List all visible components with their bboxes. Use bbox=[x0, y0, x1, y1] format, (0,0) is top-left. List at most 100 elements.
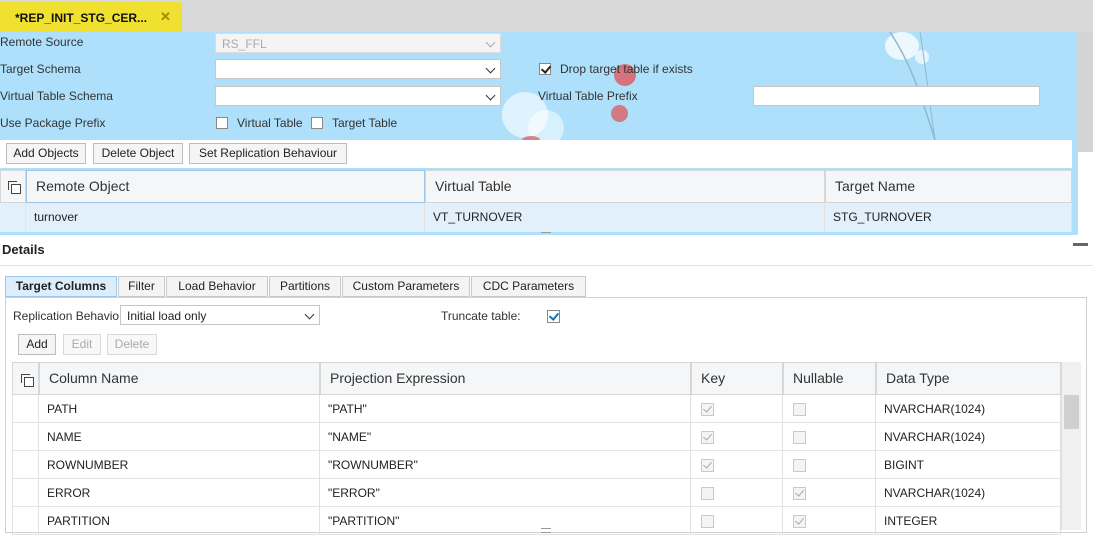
chevron-down-icon bbox=[304, 309, 315, 320]
cell-column-name: PATH bbox=[39, 395, 320, 423]
nullable-checkbox bbox=[793, 487, 806, 500]
cell-column-name: ERROR bbox=[39, 479, 320, 507]
cell-data-type: NVARCHAR(1024) bbox=[876, 479, 1061, 507]
header-column-name[interactable]: Column Name bbox=[39, 362, 320, 395]
chevron-down-icon bbox=[485, 63, 496, 74]
header-label: Projection Expression bbox=[330, 370, 466, 386]
cell-key bbox=[691, 451, 783, 479]
cell-data-type: BIGINT bbox=[876, 451, 1061, 479]
cell-nullable bbox=[783, 423, 876, 451]
page-scrollbar-thumb[interactable] bbox=[1078, 32, 1093, 152]
cell-key bbox=[691, 479, 783, 507]
key-checkbox bbox=[701, 487, 714, 500]
columns-scrollbar[interactable] bbox=[1061, 362, 1081, 530]
select-all-header[interactable] bbox=[0, 170, 26, 203]
drop-target-checkbox[interactable] bbox=[539, 63, 551, 75]
truncate-table-checkbox[interactable] bbox=[547, 310, 560, 323]
table-row[interactable]: ERROR "ERROR" NVARCHAR(1024) bbox=[0, 479, 1061, 507]
table-row[interactable]: ROWNUMBER "ROWNUMBER" BIGINT bbox=[0, 451, 1061, 479]
remote-source-select[interactable]: RS_FFL bbox=[215, 33, 501, 53]
target-table-prefix-checkbox[interactable] bbox=[311, 117, 323, 129]
cell-key bbox=[691, 423, 783, 451]
row-selector[interactable] bbox=[12, 395, 39, 423]
cell-data-type: NVARCHAR(1024) bbox=[876, 395, 1061, 423]
add-column-button[interactable]: Add bbox=[18, 334, 56, 355]
columns-scrollbar-thumb[interactable] bbox=[1064, 395, 1079, 429]
header-projection-expression[interactable]: Projection Expression bbox=[320, 362, 691, 395]
key-checkbox bbox=[701, 515, 714, 528]
minimize-icon[interactable] bbox=[1073, 243, 1088, 246]
header-label: Key bbox=[701, 370, 726, 386]
replication-behavior-value: Initial load only bbox=[127, 309, 207, 323]
key-checkbox bbox=[701, 403, 714, 416]
cell-column-name: NAME bbox=[39, 423, 320, 451]
cell-key bbox=[691, 507, 783, 535]
target-schema-select[interactable] bbox=[215, 59, 501, 79]
copy-icon[interactable] bbox=[8, 181, 21, 194]
tab-target-columns[interactable]: Target Columns bbox=[5, 276, 117, 297]
target-schema-label: Target Schema bbox=[0, 62, 81, 76]
edit-column-button[interactable]: Edit bbox=[63, 334, 101, 355]
tab-cdc-parameters[interactable]: CDC Parameters bbox=[471, 276, 586, 297]
cell-projection-expression: "PATH" bbox=[320, 395, 691, 423]
virtual-table-prefix-checkbox[interactable] bbox=[216, 117, 228, 129]
cell-nullable bbox=[783, 479, 876, 507]
delete-column-button[interactable]: Delete bbox=[107, 334, 157, 355]
header-key[interactable]: Key bbox=[691, 362, 783, 395]
truncate-table-label: Truncate table: bbox=[441, 309, 521, 323]
cell-column-name: ROWNUMBER bbox=[39, 451, 320, 479]
details-header: Details bbox=[0, 235, 1093, 266]
header-label: Remote Object bbox=[36, 178, 130, 194]
add-objects-button[interactable]: Add Objects bbox=[6, 143, 86, 164]
header-remote-object[interactable]: Remote Object bbox=[26, 170, 425, 203]
virtual-table-schema-select[interactable] bbox=[215, 86, 501, 106]
cell-projection-expression: "ROWNUMBER" bbox=[320, 451, 691, 479]
virtual-table-schema-label: Virtual Table Schema bbox=[0, 89, 113, 103]
header-label: Column Name bbox=[49, 370, 139, 386]
header-target-name[interactable]: Target Name bbox=[825, 170, 1072, 203]
row-selector[interactable] bbox=[12, 479, 39, 507]
row-selector[interactable] bbox=[12, 451, 39, 479]
cell-remote-object: turnover bbox=[26, 203, 425, 232]
remote-source-label: Remote Source bbox=[0, 35, 84, 49]
delete-object-button[interactable]: Delete Object bbox=[93, 143, 183, 164]
nullable-checkbox bbox=[793, 403, 806, 416]
row-selector[interactable] bbox=[0, 203, 26, 232]
table-row[interactable]: NAME "NAME" NVARCHAR(1024) bbox=[0, 423, 1061, 451]
table-row[interactable]: PATH "PATH" NVARCHAR(1024) bbox=[0, 395, 1061, 423]
tab-load-behavior[interactable]: Load Behavior bbox=[166, 276, 268, 297]
close-icon[interactable]: ✕ bbox=[160, 9, 171, 25]
select-all-header[interactable] bbox=[12, 362, 39, 395]
nullable-checkbox bbox=[793, 431, 806, 444]
page-scrollbar[interactable] bbox=[1078, 32, 1093, 235]
table-row[interactable]: PARTITION "PARTITION" INTEGER bbox=[0, 507, 1061, 535]
resize-grip[interactable] bbox=[541, 528, 551, 533]
virtual-table-prefix-label: Virtual Table Prefix bbox=[538, 89, 638, 103]
header-label: Virtual Table bbox=[435, 178, 512, 194]
row-selector[interactable] bbox=[12, 423, 39, 451]
cell-key bbox=[691, 395, 783, 423]
header-label: Target Name bbox=[835, 178, 916, 194]
cell-nullable bbox=[783, 395, 876, 423]
replication-behavior-label: Replication Behavio bbox=[13, 309, 120, 323]
table-row[interactable]: turnover VT_TURNOVER STG_TURNOVER bbox=[0, 203, 1072, 232]
replication-behavior-select[interactable]: Initial load only bbox=[120, 305, 320, 325]
chevron-down-icon bbox=[485, 37, 496, 48]
details-title: Details bbox=[2, 242, 45, 257]
tab-filter[interactable]: Filter bbox=[118, 276, 165, 297]
header-nullable[interactable]: Nullable bbox=[783, 362, 876, 395]
nullable-checkbox bbox=[793, 515, 806, 528]
virtual-table-option-label: Virtual Table bbox=[237, 116, 303, 130]
row-selector[interactable] bbox=[12, 507, 39, 535]
virtual-table-prefix-input[interactable] bbox=[753, 86, 1040, 106]
editor-tab-title: *REP_INIT_STG_CER... bbox=[15, 11, 148, 25]
set-replication-behaviour-button[interactable]: Set Replication Behaviour bbox=[189, 143, 347, 164]
header-virtual-table[interactable]: Virtual Table bbox=[425, 170, 825, 203]
tab-partitions[interactable]: Partitions bbox=[269, 276, 341, 297]
cell-data-type: INTEGER bbox=[876, 507, 1061, 535]
tab-custom-parameters[interactable]: Custom Parameters bbox=[342, 276, 470, 297]
header-data-type[interactable]: Data Type bbox=[876, 362, 1061, 395]
cell-projection-expression: "NAME" bbox=[320, 423, 691, 451]
editor-tab-rep-init[interactable]: *REP_INIT_STG_CER... ✕ bbox=[0, 2, 182, 32]
copy-icon[interactable] bbox=[21, 374, 34, 387]
